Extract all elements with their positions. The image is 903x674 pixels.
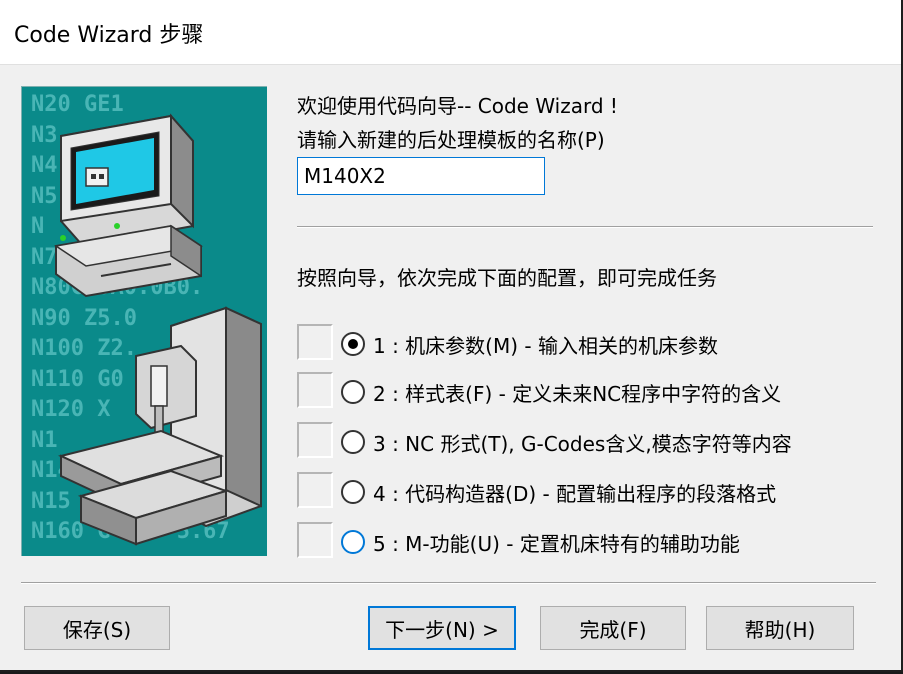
window-title: Code Wizard 步骤: [14, 23, 204, 48]
step-status-box: [297, 372, 333, 408]
step-label: 3 : NC 形式(T), G-Codes含义,模态字符等内容: [373, 432, 792, 456]
step-radio-button[interactable]: [341, 530, 365, 554]
computer-monitor-icon: [54, 113, 203, 298]
cnc-computer-icon: [54, 113, 262, 546]
step-label: 4 : 代码构造器(D) - 配置输出程序的段落格式: [373, 482, 777, 506]
wizard-illustration: N20 GE1N3 M09N4N5N 37N7 0H1N80G00A0.0B0.…: [21, 86, 267, 556]
step-row: 1 : 机床参数(M) - 输入相关的机床参数: [297, 324, 873, 364]
code-wizard-dialog: Code Wizard 步骤 N20 GE1N3 M09N4N5N 37N7 0…: [0, 0, 903, 672]
help-button[interactable]: 帮助(H): [706, 606, 854, 650]
step-status-box: [297, 324, 333, 360]
next-button[interactable]: 下一步(N) >: [368, 606, 516, 650]
step-label: 2 : 样式表(F) - 定义未来NC程序中字符的含义: [373, 382, 782, 406]
step-label: 1 : 机床参数(M) - 输入相关的机床参数: [373, 334, 718, 358]
instruction-text: 按照向导，依次完成下面的配置，即可完成任务: [297, 266, 717, 290]
save-button[interactable]: 保存(S): [24, 606, 170, 650]
step-status-box: [297, 422, 333, 458]
divider: [297, 226, 873, 228]
step-label: 5 : M-功能(U) - 定置机床特有的辅助功能: [373, 532, 740, 556]
footer-divider: [21, 582, 876, 584]
title-bar[interactable]: Code Wizard 步骤: [0, 0, 901, 65]
template-name-input[interactable]: [297, 157, 545, 195]
step-radio-button[interactable]: [341, 380, 365, 404]
step-radio-button[interactable]: [341, 480, 365, 504]
welcome-text: 欢迎使用代码向导-- Code Wizard !: [297, 94, 618, 118]
step-status-box: [297, 522, 333, 558]
step-row: 4 : 代码构造器(D) - 配置输出程序的段落格式: [297, 472, 873, 512]
step-row: 5 : M-功能(U) - 定置机床特有的辅助功能: [297, 522, 873, 562]
step-radio-button[interactable]: [341, 430, 365, 454]
finish-button[interactable]: 完成(F): [540, 606, 686, 650]
step-row: 3 : NC 形式(T), G-Codes含义,模态字符等内容: [297, 422, 873, 462]
cnc-machine-icon: [58, 306, 262, 546]
step-radio-button[interactable]: [341, 332, 365, 356]
template-name-label: 请输入新建的后处理模板的名称(P): [297, 128, 605, 152]
step-row: 2 : 样式表(F) - 定义未来NC程序中字符的含义: [297, 372, 873, 412]
step-status-box: [297, 472, 333, 508]
